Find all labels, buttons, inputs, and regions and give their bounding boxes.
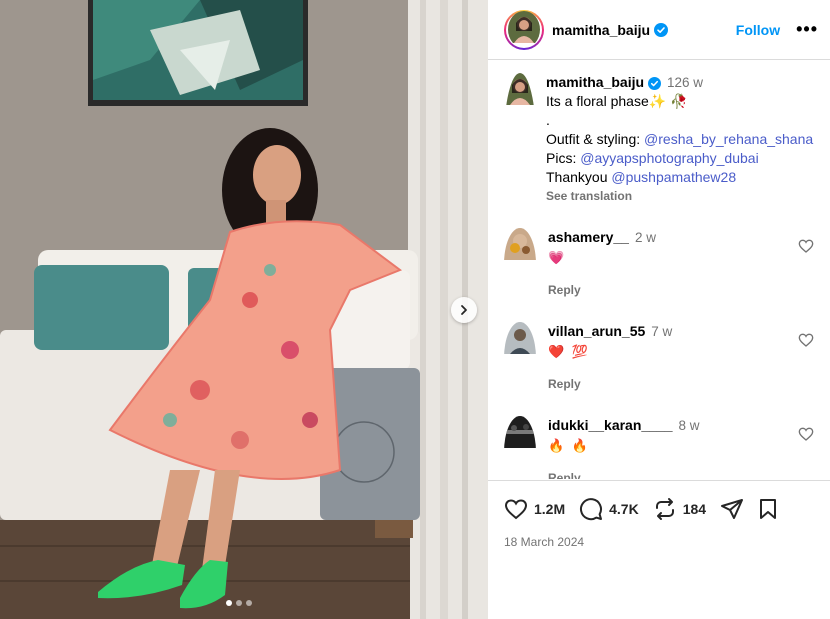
comment-text: 🔥 🔥 [548,438,590,453]
story-ring[interactable] [504,9,544,50]
commenter-avatar[interactable] [504,228,536,300]
comment-username[interactable]: villan_arun_55 [548,323,645,339]
comment-count[interactable]: 4.7K [609,501,639,517]
save-button[interactable] [756,497,780,521]
like-button[interactable]: 1.2M [504,497,579,521]
comment-item: villan_arun_55 7 w ❤️ 💯 Reply [504,322,814,394]
carousel-dot-active [226,600,232,606]
caption-text: Its a floral phase [546,93,649,109]
comment-text: ❤️ 💯 [548,344,590,359]
carousel-next-button[interactable] [451,297,477,323]
bookmark-icon [760,499,777,519]
carousel-dots [226,600,252,606]
comment-username[interactable]: ashamery__ [548,229,629,245]
see-translation-link[interactable]: See translation [546,187,813,206]
commenter-avatar[interactable] [504,322,536,394]
post-actions-area: 1.2M 4.7K 184 18 March 2024 [488,480,830,549]
reply-button[interactable]: Reply [548,281,656,300]
post-date[interactable]: 18 March 2024 [504,535,814,549]
comment-like-heart-icon[interactable] [798,238,814,254]
like-count[interactable]: 1.2M [534,501,565,517]
comment-button[interactable]: 4.7K [579,497,653,521]
comment-timestamp[interactable]: 2 w [635,230,656,245]
comment-timestamp[interactable]: 7 w [651,324,672,339]
commenter-avatar[interactable] [504,416,536,479]
heart-icon [504,499,528,520]
caption-pics-label: Pics: [546,150,581,166]
repost-button[interactable]: 184 [653,497,720,521]
repost-icon [655,498,674,520]
carousel-dot [236,600,242,606]
follow-button[interactable]: Follow [736,22,780,38]
comment-timestamp[interactable]: 8 w [679,418,700,433]
caption-thanks-label: Thankyou [546,169,612,185]
reply-button[interactable]: Reply [548,375,672,394]
post-caption: mamitha_baiju 126 w Its a floral phase✨ 🥀… [504,73,814,206]
carousel-dot [246,600,252,606]
send-icon [721,499,744,519]
verified-badge-icon [654,22,669,37]
comments-list[interactable]: mamitha_baiju 126 w Its a floral phase✨ 🥀… [488,61,830,479]
avatar [508,11,540,48]
reply-button[interactable]: Reply [548,469,700,479]
share-button[interactable] [720,497,744,521]
caption-outfit-label: Outfit & styling: [546,131,645,147]
comment-like-heart-icon[interactable] [798,426,814,442]
mention-link-outfit[interactable]: @resha_by_rehana_shana [644,131,813,147]
comment-like-heart-icon[interactable] [798,332,814,348]
repost-count[interactable]: 184 [683,501,706,517]
caption-emoji: ✨ 🥀 [648,93,688,109]
avatar[interactable] [504,73,536,206]
post-side-panel: mamitha_baiju Follow ••• mamitha_baiju1 [488,0,830,619]
comment-username[interactable]: idukki__karan____ [548,417,673,433]
comment-bubble-icon [580,498,603,521]
post-photo[interactable] [0,0,488,619]
caption-username[interactable]: mamitha_baiju [546,74,644,90]
action-bar: 1.2M 4.7K 184 [504,495,814,523]
chevron-right-icon [461,305,467,315]
comment-item: ashamery__ 2 w 💗 Reply [504,228,814,300]
post-header: mamitha_baiju Follow ••• [488,0,830,60]
mention-link-pics[interactable]: @ayyapsphotography_dubai [580,150,758,166]
more-options-icon[interactable]: ••• [796,19,818,40]
comment-item: idukki__karan____ 8 w 🔥 🔥 Reply [504,416,814,479]
photo-illustration [0,0,488,619]
header-username[interactable]: mamitha_baiju [552,22,650,38]
mention-link-thanks[interactable]: @pushpamathew28 [611,169,736,185]
comment-text: 💗 [548,250,567,265]
caption-dot: . [546,112,550,128]
verified-badge-icon [648,76,662,90]
caption-timestamp[interactable]: 126 w [667,75,703,90]
